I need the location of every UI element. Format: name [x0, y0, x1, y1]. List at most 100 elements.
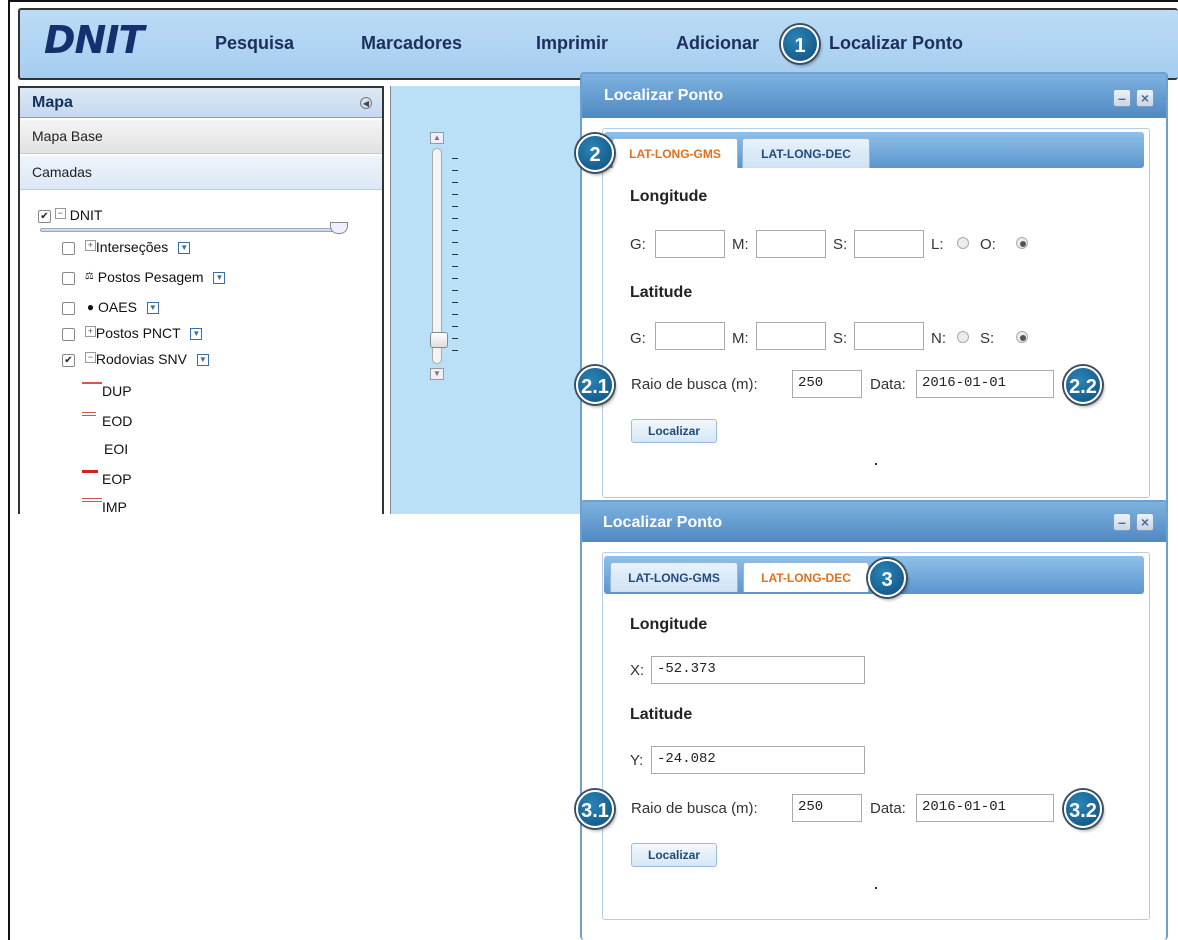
tree-item-dnit[interactable]: ✔ − DNIT [38, 206, 102, 224]
radius-label: Raio de busca (m): [631, 800, 758, 817]
tree-label: Interseções [95, 239, 169, 255]
zoom-tick [452, 218, 458, 219]
close-button[interactable]: × [1136, 513, 1154, 531]
tab-lat-long-gms[interactable]: LAT-LONG-GMS [610, 562, 738, 592]
panel-header: Mapa ◀ [20, 88, 382, 118]
minimize-button[interactable]: – [1113, 513, 1131, 531]
zoom-in-button[interactable]: ▲ [430, 132, 444, 144]
latitude-heading: Latitude [630, 706, 693, 723]
layers-panel: Mapa ◀ Mapa Base Camadas ✔ − DNIT + Inter… [18, 86, 384, 514]
date-input[interactable]: 2016-01-01 [916, 794, 1054, 822]
lat-degrees-input[interactable] [655, 322, 725, 350]
scale-icon: ⚖ [84, 271, 94, 282]
legend-item-eop: EOP [82, 470, 132, 488]
legend-line-icon [82, 382, 102, 388]
lon-l-radio[interactable] [957, 237, 969, 249]
tree-item-rodovias-snv[interactable]: ✔ − Rodovias SNV ▼ [62, 350, 209, 368]
collapse-minus-icon[interactable]: − [84, 352, 96, 363]
lon-degrees-input[interactable] [655, 230, 725, 258]
lon-x-input[interactable]: -52.373 [651, 656, 865, 684]
zoom-tick [452, 350, 458, 351]
opacity-slider-handle[interactable] [330, 222, 348, 234]
zoom-tick [452, 194, 458, 195]
close-button[interactable]: × [1136, 89, 1154, 107]
checkbox-icon[interactable] [62, 241, 75, 255]
tab-lat-long-gms[interactable]: LAT-LONG-GMS [612, 138, 738, 168]
tree-item-oaes[interactable]: ● OAES ▼ [62, 298, 159, 316]
localizar-button[interactable]: Localizar [631, 419, 717, 443]
lat-g-label: G: [630, 330, 646, 347]
zoom-tick [452, 302, 458, 303]
legend-line-icon [82, 412, 96, 416]
expand-plus-icon[interactable]: + [84, 326, 96, 337]
lat-s-option-label: S: [980, 330, 995, 347]
dropdown-icon[interactable]: ▼ [196, 354, 209, 367]
lon-seconds-input[interactable] [854, 230, 924, 258]
lon-x-label: X: [630, 662, 645, 679]
accordion-mapa-base[interactable]: Mapa Base [20, 120, 382, 154]
lat-seconds-input[interactable] [854, 322, 924, 350]
collapse-icon[interactable]: ◀ [360, 97, 372, 109]
map-canvas[interactable] [390, 86, 590, 514]
zoom-slider-handle[interactable] [430, 332, 448, 348]
lon-s-label: S: [833, 236, 848, 253]
nav-marcadores[interactable]: Marcadores [361, 32, 462, 54]
lat-y-input[interactable]: -24.082 [651, 746, 865, 774]
legend-item-eod: EOD [82, 412, 132, 430]
nav-localizar-ponto[interactable]: Localizar Ponto [829, 32, 963, 54]
checkbox-checked-icon[interactable]: ✔ [38, 209, 51, 223]
checkbox-icon[interactable] [62, 327, 75, 341]
lon-minutes-input[interactable] [756, 230, 826, 258]
callout-2-2: 2.2 [1064, 366, 1102, 404]
nav-pesquisa[interactable]: Pesquisa [215, 32, 294, 54]
radius-input[interactable]: 250 [792, 370, 862, 398]
legend-item-dup: DUP [82, 382, 132, 400]
tab-lat-long-dec[interactable]: LAT-LONG-DEC [742, 138, 870, 168]
callout-1: 1 [781, 25, 819, 63]
legend-label: EOI [104, 441, 129, 457]
dropdown-icon[interactable]: ▼ [178, 242, 191, 255]
tree-label: DNIT [69, 207, 103, 223]
dialog-title: Localizar Ponto [604, 87, 724, 104]
dropdown-icon[interactable]: ▼ [190, 328, 203, 341]
tree-item-postos-pnct[interactable]: + Postos PNCT ▼ [62, 324, 203, 342]
localizar-button[interactable]: Localizar [631, 843, 717, 867]
checkbox-icon[interactable] [62, 301, 75, 315]
tree-label: OAES [98, 299, 137, 315]
legend-label: IMP [102, 499, 127, 514]
latitude-heading: Latitude [630, 284, 693, 301]
checkbox-checked-icon[interactable]: ✔ [62, 353, 75, 367]
zoom-tick [452, 326, 458, 327]
lat-n-radio[interactable] [957, 331, 969, 343]
callout-2: 2 [576, 134, 614, 172]
minimize-button[interactable]: – [1113, 89, 1131, 107]
tab-lat-long-dec[interactable]: LAT-LONG-DEC [743, 562, 869, 592]
dropdown-icon[interactable]: ▼ [213, 272, 226, 285]
checkbox-icon[interactable] [62, 271, 75, 285]
legend-line-icon [82, 470, 98, 476]
lat-s-radio[interactable] [1016, 331, 1028, 343]
tree-item-intersecoes[interactable]: + Interseções ▼ [62, 238, 191, 256]
dropdown-icon[interactable]: ▼ [146, 302, 159, 315]
lat-m-label: M: [732, 330, 749, 347]
lon-o-radio[interactable] [1016, 237, 1028, 249]
tree-item-postos-pesagem[interactable]: ⚖ Postos Pesagem ▼ [62, 268, 226, 286]
nav-adicionar[interactable]: Adicionar [676, 32, 759, 54]
zoom-tick [452, 338, 458, 339]
tree-label: Postos PNCT [95, 325, 181, 341]
collapse-minus-icon[interactable]: − [54, 208, 66, 219]
nav-imprimir[interactable]: Imprimir [536, 32, 608, 54]
lat-minutes-input[interactable] [756, 322, 826, 350]
longitude-heading: Longitude [630, 616, 708, 633]
lon-g-label: G: [630, 236, 646, 253]
expand-plus-icon[interactable]: + [84, 240, 96, 251]
callout-3-1: 3.1 [576, 790, 614, 828]
date-input[interactable]: 2016-01-01 [916, 370, 1054, 398]
legend-label: DUP [102, 383, 132, 399]
loading-dot [875, 887, 877, 889]
zoom-tick [452, 170, 458, 171]
accordion-camadas[interactable]: Camadas [20, 156, 382, 190]
zoom-out-button[interactable]: ▼ [430, 368, 444, 380]
opacity-slider[interactable] [40, 228, 340, 232]
radius-input[interactable]: 250 [792, 794, 862, 822]
